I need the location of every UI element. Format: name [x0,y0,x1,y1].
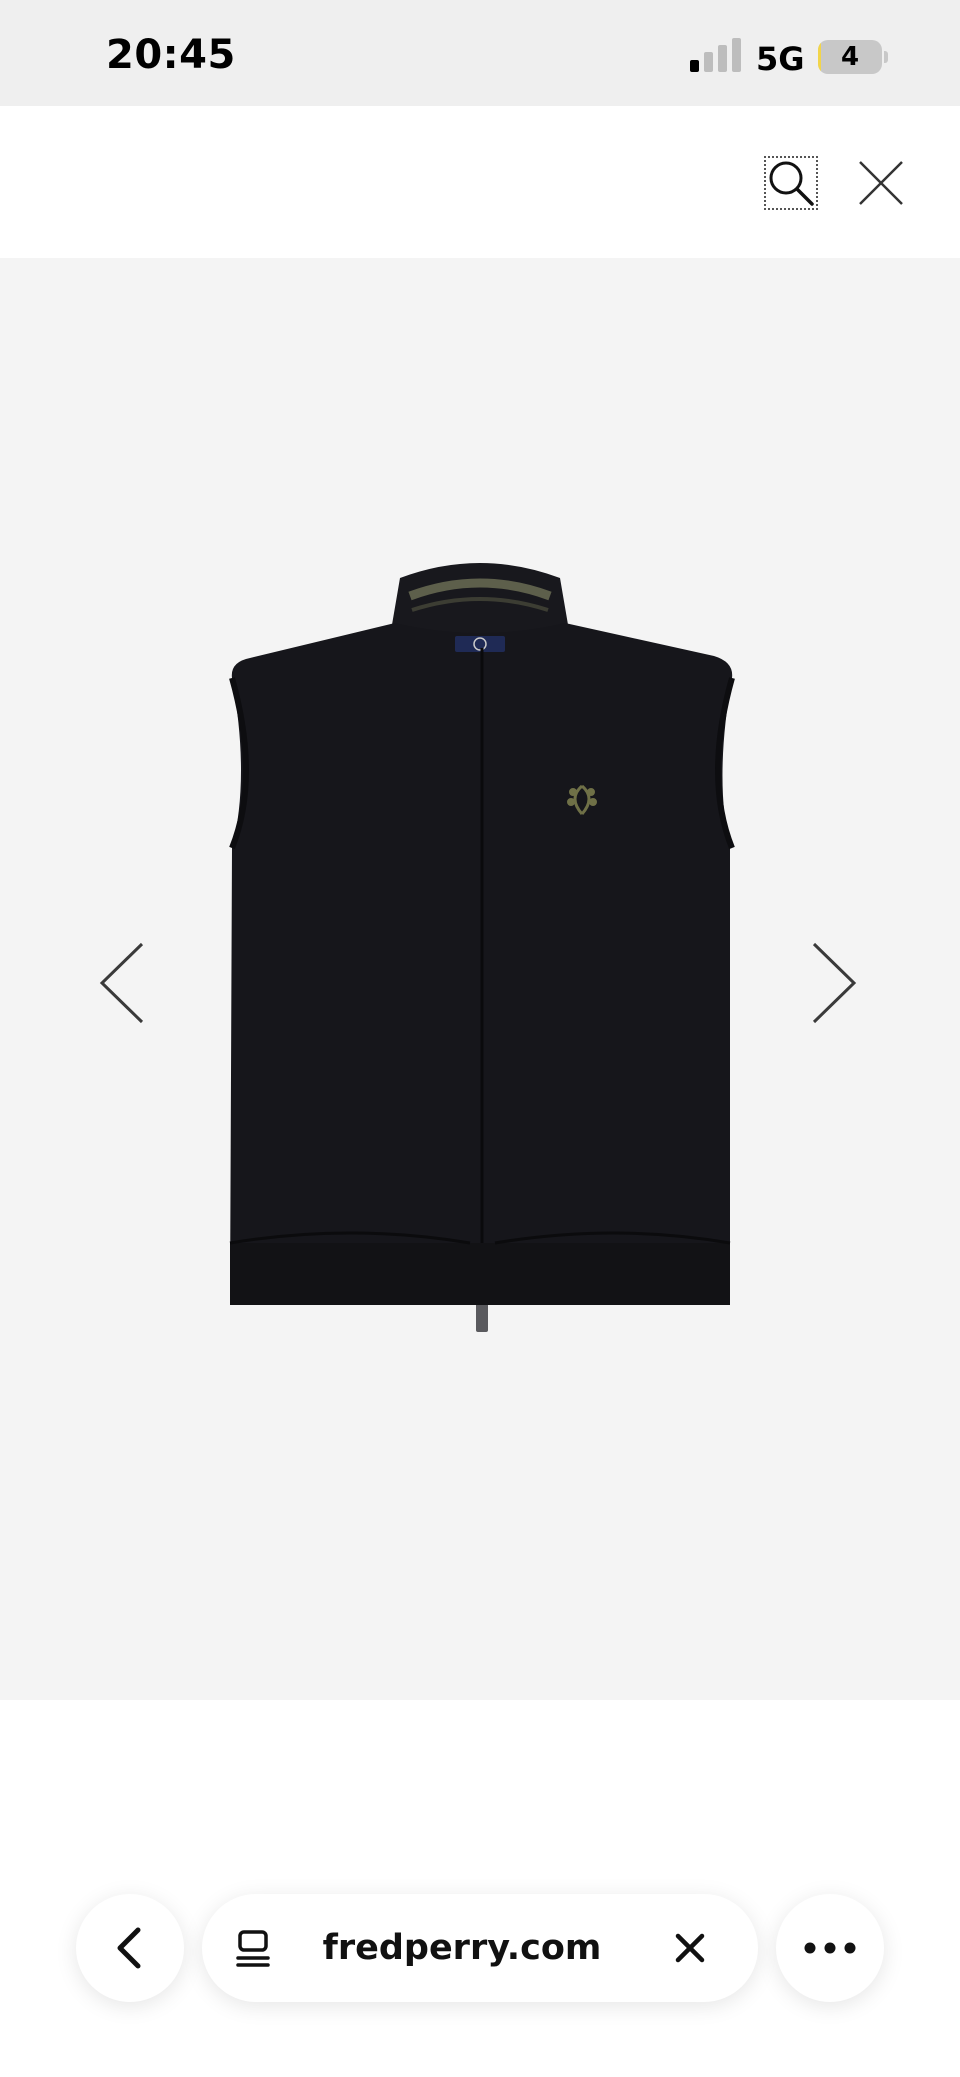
signal-strength-icon [690,38,742,72]
more-dots-icon [804,1942,856,1954]
product-image-gallery[interactable] [0,258,960,1700]
back-button[interactable] [76,1894,184,2002]
product-image-gilet [229,563,735,1332]
status-bar: 20:45 5G 4 [0,0,960,106]
network-type: 5G [756,40,805,78]
status-time: 20:45 [106,32,236,78]
chevron-left-icon[interactable] [96,938,156,1028]
browser-toolbar: fredperry.com [0,1700,960,2077]
chevron-right-icon[interactable] [800,938,860,1028]
gallery-top-bar [0,106,960,258]
close-icon[interactable] [856,158,906,208]
battery-tip [884,51,888,63]
battery-level-text: 4 [840,42,860,72]
tab-overview-icon[interactable] [232,1926,276,1970]
back-arrow-icon [117,1927,141,1969]
more-options-button[interactable] [776,1894,884,2002]
search-icon[interactable] [764,156,818,210]
clear-url-icon[interactable] [672,1930,708,1966]
url-text[interactable]: fredperry.com [302,1894,622,2002]
battery-icon: 4 [818,40,882,74]
address-bar[interactable]: fredperry.com [202,1894,758,2002]
